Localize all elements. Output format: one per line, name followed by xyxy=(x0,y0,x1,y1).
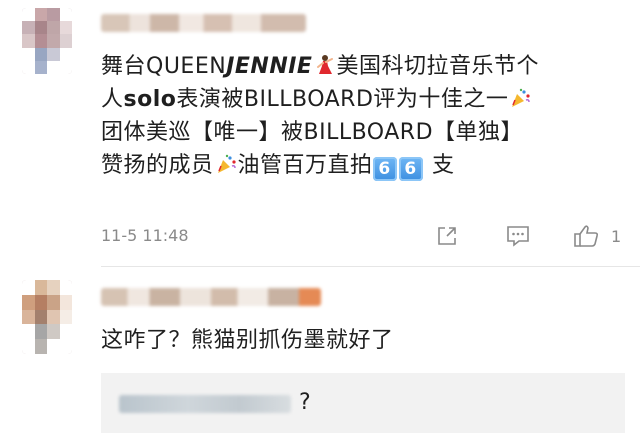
comment-text: 舞台QUEENJENNIE 美国科切拉音乐节个 人solo表演被BILLBOARD… xyxy=(101,50,621,182)
comment-text-segment: 支 xyxy=(424,153,455,178)
comment-icon xyxy=(507,226,529,247)
like-button[interactable]: 1 xyxy=(573,224,621,248)
reply-text: ? xyxy=(299,390,311,415)
comment-text-segment: 油管百万直拍 xyxy=(237,153,373,178)
comment-text-segment: 人 xyxy=(101,87,124,112)
comment-text-segment: 美国科切拉音乐节个 xyxy=(336,54,539,79)
comment-item: 这咋了？熊猫别抓伤墨就好了 ? xyxy=(0,270,640,441)
comment-text-segment: solo xyxy=(123,87,177,112)
comment-divider xyxy=(101,266,640,267)
comment-text-segment: 舞台QUEEN xyxy=(101,54,227,79)
reply-preview[interactable]: ? xyxy=(101,373,625,433)
comment-text-segment: JENNIE xyxy=(226,54,313,79)
like-count: 1 xyxy=(611,226,622,246)
comment-text-segment: 团体美巡【唯一】被BILLBOARD【单独】 xyxy=(101,120,524,145)
dancer-emoji xyxy=(317,55,334,74)
username-blurred[interactable] xyxy=(101,288,321,306)
avatar[interactable] xyxy=(22,280,72,354)
party-popper-emoji xyxy=(512,88,531,107)
party-popper-emoji xyxy=(217,154,236,173)
comment-text-segment: 表演被BILLBOARD评为十佳之一 xyxy=(176,87,509,112)
comment-text-segment: 这咋了？熊猫别抓伤墨就好了 xyxy=(101,328,394,353)
comment-text-segment: 赞扬的成员 xyxy=(101,153,214,178)
comment-feed: 舞台QUEENJENNIE 美国科切拉音乐节个 人solo表演被BILLBOARD… xyxy=(0,0,640,441)
comment-text: 这咋了？熊猫别抓伤墨就好了 xyxy=(101,324,621,357)
keycap-6-emoji: 6 xyxy=(398,157,423,181)
reply-username-blurred[interactable] xyxy=(119,395,291,413)
comment-timestamp: 11-5 11:48 xyxy=(101,226,189,245)
share-icon xyxy=(438,227,456,245)
avatar[interactable] xyxy=(22,8,72,74)
keycap-6-emoji: 6 xyxy=(372,157,397,181)
username-blurred[interactable] xyxy=(101,14,306,32)
comment-meta-row: 11-5 11:48 1 xyxy=(101,224,631,248)
share-button[interactable] xyxy=(435,224,459,248)
comment-item: 舞台QUEENJENNIE 美国科切拉音乐节个 人solo表演被BILLBOARD… xyxy=(0,0,640,260)
comment-button[interactable] xyxy=(505,224,531,248)
thumbs-up-icon xyxy=(574,225,599,247)
